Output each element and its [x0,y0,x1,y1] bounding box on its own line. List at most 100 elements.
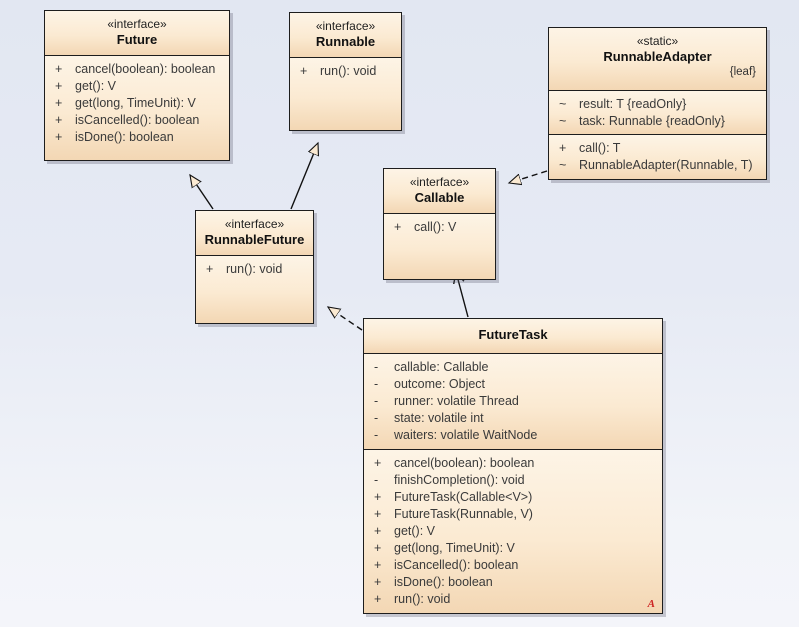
visibility-marker: + [374,490,382,504]
member-label: get(): V [75,79,116,93]
member-row: + get(long, TimeUnit): V [370,540,658,557]
connector-runnablefuture-to-runnable [290,143,318,210]
operations-compartment-runnable: + run(): void [290,57,401,130]
member-label: isDone(): boolean [394,575,493,589]
member-row: - finishCompletion(): void [370,472,658,489]
class-name-label: RunnableFuture [204,232,305,247]
member-row: - runner: volatile Thread [370,393,658,410]
class-box-runnable[interactable]: «interface» Runnable + run(): void [289,12,402,131]
operations-compartment-futuretask: + cancel(boolean): boolean - finishCompl… [364,449,662,613]
member-label: call(): V [414,220,457,234]
attributes-compartment-runnableadapter: ~ result: T {readOnly} ~ task: Runnable … [549,90,766,134]
member-row: - outcome: Object [370,376,658,393]
member-label: FutureTask(Runnable, V) [394,507,533,521]
member-label: run(): void [226,262,283,276]
class-name-label: Future [116,32,158,47]
member-row: + FutureTask(Callable<V>) [370,489,658,506]
class-box-futuretask[interactable]: FutureTask - callable: Callable - outcom… [363,318,663,614]
member-row: ~ task: Runnable {readOnly} [555,113,762,130]
member-label: get(long, TimeUnit): V [75,96,196,110]
member-label: finishCompletion(): void [394,473,525,487]
class-box-callable[interactable]: «interface» Callable + call(): V [383,168,496,280]
class-name-label: Runnable [315,34,376,49]
member-label: FutureTask(Callable<V>) [394,490,533,504]
visibility-marker: + [374,507,382,521]
visibility-marker: ~ [559,158,567,172]
member-label: run(): void [320,64,377,78]
visibility-marker: + [300,64,308,78]
member-label: run(): void [394,592,451,606]
member-row: ~ result: T {readOnly} [555,96,762,113]
member-label: result: T {readOnly} [579,97,687,111]
class-box-runnablefuture[interactable]: «interface» RunnableFuture + run(): void [195,210,314,324]
member-label: outcome: Object [394,377,486,391]
member-row: + run(): void [296,63,397,80]
stereotype-label: «static» [636,34,679,48]
member-label: runner: volatile Thread [394,394,519,408]
member-row: + run(): void [370,591,658,608]
operations-compartment-runnableadapter: + call(): T ~ RunnableAdapter(Runnable, … [549,134,766,179]
member-label: cancel(boolean): boolean [75,62,216,76]
abstract-marker: A [647,598,655,610]
stereotype-label: «interface» [315,19,376,33]
member-row: + isCancelled(): boolean [51,112,225,129]
member-row: - callable: Callable [370,359,658,376]
visibility-marker: - [374,360,379,374]
visibility-marker: + [374,575,382,589]
visibility-marker: - [374,428,379,442]
visibility-marker: + [55,113,63,127]
class-header-runnableadapter: «static» RunnableAdapter {leaf} [549,28,766,90]
class-header-runnablefuture: «interface» RunnableFuture [196,211,313,255]
member-row: + get(): V [370,523,658,540]
operations-compartment-callable: + call(): V [384,213,495,279]
member-row: - waiters: volatile WaitNode [370,427,658,444]
class-box-future[interactable]: «interface» Future + cancel(boolean): bo… [44,10,230,161]
visibility-marker: - [374,411,379,425]
member-label: get(long, TimeUnit): V [394,541,515,555]
visibility-marker: + [55,96,63,110]
member-row: + get(): V [51,78,225,95]
class-header-futuretask: FutureTask [364,319,662,353]
visibility-marker: + [55,62,63,76]
visibility-marker: - [374,377,379,391]
member-row: + isDone(): boolean [370,574,658,591]
member-row: + run(): void [202,261,309,278]
member-label: isDone(): boolean [75,130,174,144]
visibility-marker: + [374,541,382,555]
member-row: + cancel(boolean): boolean [51,61,225,78]
class-name-label: FutureTask [478,327,548,342]
uml-diagram-canvas: Callable --> «interface» Future + cancel… [0,0,799,627]
visibility-marker: + [559,141,567,155]
visibility-marker: - [374,473,379,487]
visibility-marker: ~ [559,97,567,111]
operations-compartment-future: + cancel(boolean): boolean + get(): V + … [45,55,229,160]
member-label: waiters: volatile WaitNode [394,428,538,442]
stereotype-label: «interface» [107,17,167,31]
member-row: ~ RunnableAdapter(Runnable, T) [555,157,762,174]
visibility-marker: + [394,220,402,234]
member-label: get(): V [394,524,435,538]
visibility-marker: - [374,394,379,408]
member-row: + cancel(boolean): boolean [370,455,658,472]
class-box-runnableadapter[interactable]: «static» RunnableAdapter {leaf} ~ result… [548,27,767,180]
visibility-marker: ~ [559,114,567,128]
stereotype-label: «interface» [224,217,285,231]
visibility-marker: + [374,524,382,538]
class-name-label: RunnableAdapter [603,49,712,64]
member-label: task: Runnable {readOnly} [579,114,725,128]
visibility-marker: + [374,592,382,606]
visibility-marker: + [55,79,63,93]
member-row: + isCancelled(): boolean [370,557,658,574]
connector-runnablefuture-to-future [190,175,214,210]
connector-futuretask-to-runnablefuture [328,307,363,331]
member-row: + call(): T [555,140,762,157]
member-row: - state: volatile int [370,410,658,427]
member-label: cancel(boolean): boolean [394,456,535,470]
attributes-compartment-futuretask: - callable: Callable - outcome: Object -… [364,353,662,449]
member-row: + call(): V [390,219,491,236]
class-header-runnable: «interface» Runnable [290,13,401,57]
operations-compartment-runnablefuture: + run(): void [196,255,313,323]
visibility-marker: + [206,262,214,276]
member-row: + isDone(): boolean [51,129,225,146]
member-label: call(): T [579,141,621,155]
